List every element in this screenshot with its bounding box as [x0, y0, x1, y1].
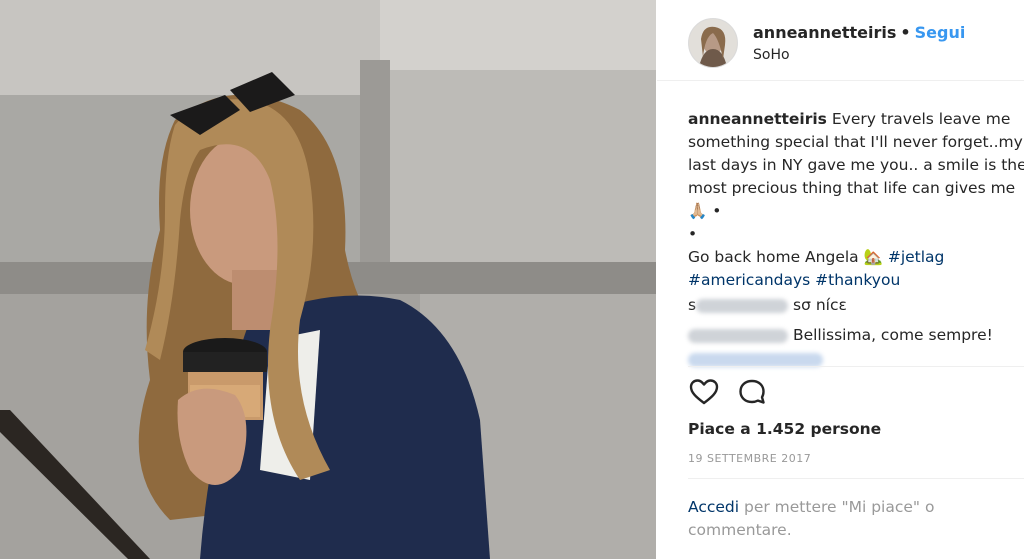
username-link[interactable]: anneannetteiris	[753, 23, 896, 42]
caption-line-1: Every travels leave me	[826, 110, 1011, 128]
hashtag-thankyou[interactable]: #thankyou	[815, 271, 900, 289]
divider	[688, 366, 1024, 367]
caption-line-5: Go back home Angela	[688, 248, 864, 266]
caption-bullet-1: •	[712, 202, 722, 220]
post-header: anneannetteiris • Segui SoHo	[657, 0, 1024, 81]
pray-emoji: 🙏🏼	[688, 202, 708, 220]
hashtag-americandays[interactable]: #americandays	[688, 271, 810, 289]
post-caption: anneannetteiris Every travels leave me s…	[688, 108, 1024, 292]
home-emoji: 🏡	[863, 248, 883, 266]
follow-button[interactable]: Segui	[915, 23, 966, 42]
divider-bottom	[688, 478, 1024, 479]
caption-line-4: most precious thing that life can gives …	[688, 179, 1016, 197]
comment-1-text: sσ nícɛ	[793, 296, 847, 314]
separator-dot: •	[900, 23, 911, 42]
comment-2-username-redacted[interactable]	[688, 328, 788, 343]
comment-1: s sσ nícɛ	[688, 294, 847, 316]
hashtag-jetlag[interactable]: #jetlag	[888, 248, 945, 266]
comment-icon[interactable]	[736, 376, 768, 408]
location-link[interactable]: SoHo	[753, 47, 790, 63]
post-photo[interactable]	[0, 0, 656, 559]
comment-2-mention-redacted[interactable]	[688, 352, 823, 367]
post-date[interactable]: 19 SETTEMBRE 2017	[688, 452, 811, 465]
comment-2-text: Bellissima, come sempre!	[792, 326, 993, 344]
login-prompt: Accedi per mettere "Mi piace" o commenta…	[688, 496, 1008, 542]
avatar[interactable]	[688, 18, 738, 68]
avatar-image	[689, 19, 737, 67]
comment-2: Bellissima, come sempre!	[688, 324, 993, 346]
comment-1-user-initial[interactable]: s	[688, 296, 696, 314]
caption-bullet-2: •	[688, 225, 698, 243]
heart-icon[interactable]	[688, 376, 720, 408]
caption-line-2: something special that I'll never forget…	[688, 133, 1023, 151]
caption-line-3: last days in NY gave me you.. a smile is…	[688, 156, 1024, 174]
caption-username[interactable]: anneannetteiris	[688, 110, 827, 128]
login-link[interactable]: Accedi	[688, 498, 739, 516]
post-details-panel: anneannetteiris • Segui SoHo anneannetteir…	[657, 0, 1024, 559]
header-user-line: anneannetteiris • Segui	[753, 23, 965, 42]
comment-1-username-redacted[interactable]	[696, 298, 789, 313]
photo-illustration	[0, 0, 656, 559]
likes-count[interactable]: Piace a 1.452 persone	[688, 420, 881, 438]
